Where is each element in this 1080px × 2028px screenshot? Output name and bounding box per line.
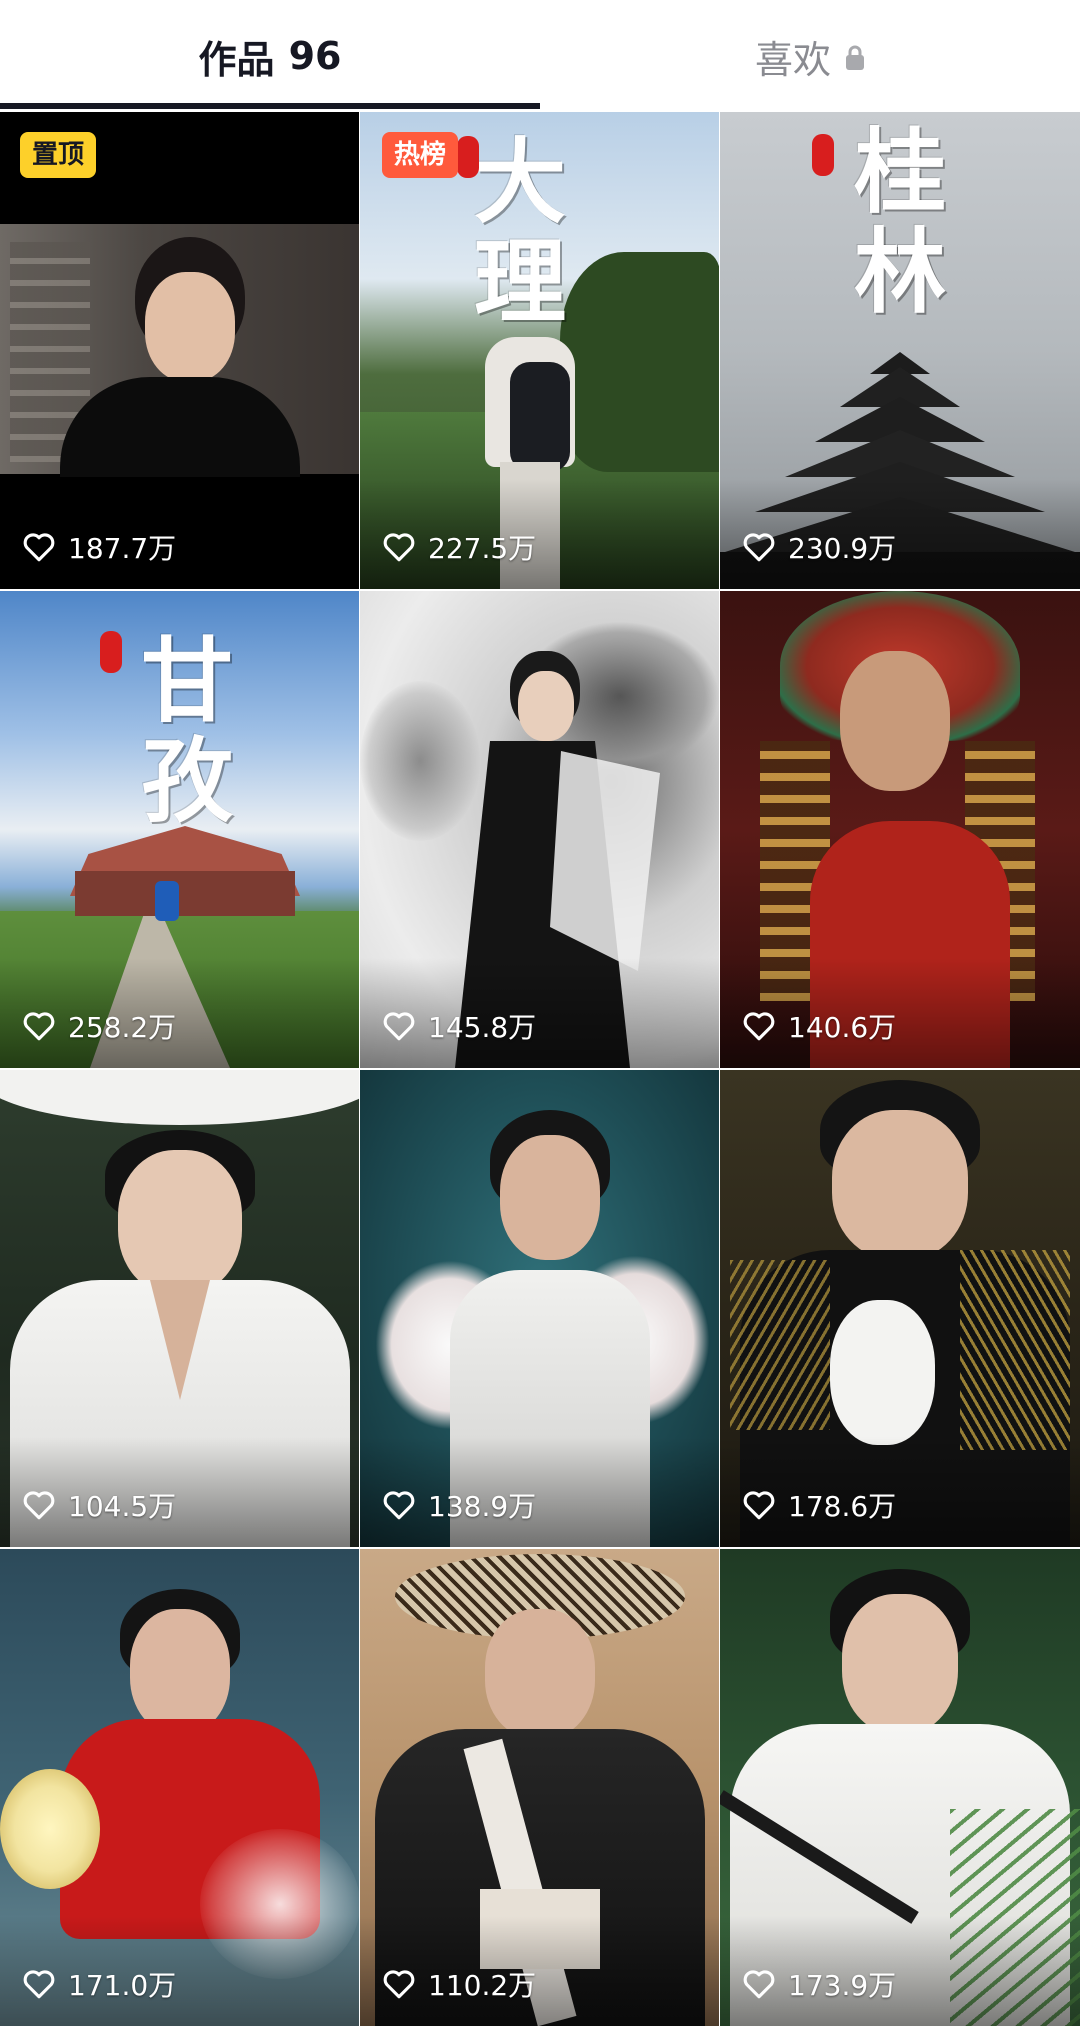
like-count-text: 173.9万	[788, 1969, 897, 2002]
video-thumbnail[interactable]: 173.9万	[720, 1549, 1080, 2026]
video-title-calligraphy: 大理	[473, 128, 566, 336]
like-count: 258.2万	[22, 1006, 176, 1046]
like-count-text: 178.6万	[788, 1490, 897, 1523]
like-count-text: 227.5万	[428, 532, 537, 565]
heart-outline-icon	[23, 533, 55, 562]
red-seal	[100, 631, 122, 673]
video-thumbnail[interactable]: 145.8万	[360, 591, 719, 1068]
tab-works-count: 96	[288, 34, 342, 78]
video-thumbnail[interactable]: 178.6万	[720, 1070, 1080, 1547]
like-count-text: 171.0万	[68, 1969, 177, 2002]
video-thumbnail[interactable]: 104.5万	[0, 1070, 359, 1547]
video-thumbnail[interactable]: 138.9万	[360, 1070, 719, 1547]
pinned-badge: 置顶	[20, 132, 97, 178]
like-count: 138.9万	[382, 1485, 536, 1525]
like-count: 173.9万	[742, 1964, 896, 2004]
like-count: 227.5万	[382, 527, 536, 567]
heart-outline-icon	[743, 533, 775, 562]
like-count: 178.6万	[742, 1485, 896, 1525]
like-count-text: 104.5万	[68, 1490, 177, 1523]
like-count-text: 140.6万	[788, 1011, 897, 1044]
heart-outline-icon	[743, 1970, 775, 1999]
like-count: 110.2万	[382, 1964, 536, 2004]
video-thumbnail[interactable]: 110.2万	[360, 1549, 719, 2026]
hot-list-badge: 热榜	[382, 132, 459, 178]
like-count-text: 145.8万	[428, 1011, 537, 1044]
red-seal	[812, 134, 834, 176]
like-count: 230.9万	[742, 527, 896, 567]
lock-icon	[846, 45, 864, 70]
video-thumbnail[interactable]: 140.6万	[720, 591, 1080, 1068]
video-thumbnail[interactable]: 171.0万	[0, 1549, 359, 2026]
video-thumbnail[interactable]: 甘孜 258.2万	[0, 591, 359, 1068]
like-count-text: 187.7万	[68, 532, 177, 565]
heart-outline-icon	[383, 1491, 415, 1520]
heart-outline-icon	[383, 1012, 415, 1041]
heart-outline-icon	[743, 1491, 775, 1520]
heart-outline-icon	[23, 1491, 55, 1520]
video-thumbnail[interactable]: 置顶 187.7万	[0, 112, 359, 589]
heart-outline-icon	[383, 1970, 415, 1999]
heart-outline-icon	[383, 533, 415, 562]
like-count-text: 110.2万	[428, 1969, 537, 2002]
like-count-text: 258.2万	[68, 1011, 177, 1044]
video-thumbnail[interactable]: 桂林 230.9万	[720, 112, 1080, 589]
video-thumbnail[interactable]: 大理 热榜 227.5万	[360, 112, 719, 589]
like-count-text: 138.9万	[428, 1490, 537, 1523]
video-grid: 置顶 187.7万 大理 热榜 227.5万 桂林 230.9万 甘孜 258.…	[0, 112, 1080, 2028]
active-tab-indicator	[0, 103, 540, 109]
heart-outline-icon	[743, 1012, 775, 1041]
red-seal	[457, 136, 479, 178]
video-title-calligraphy: 桂林	[853, 118, 946, 326]
heart-outline-icon	[23, 1012, 55, 1041]
profile-tabs: 作品 96 喜欢	[0, 0, 1080, 112]
like-count: 171.0万	[22, 1964, 176, 2004]
tab-likes[interactable]: 喜欢	[540, 0, 1080, 112]
video-title-calligraphy: 甘孜	[140, 627, 233, 835]
like-count: 104.5万	[22, 1485, 176, 1525]
like-count-text: 230.9万	[788, 532, 897, 565]
tab-works[interactable]: 作品 96	[0, 0, 540, 112]
like-count: 140.6万	[742, 1006, 896, 1046]
tab-works-label: 作品	[198, 37, 275, 82]
like-count: 145.8万	[382, 1006, 536, 1046]
tab-likes-label: 喜欢	[754, 37, 831, 82]
like-count: 187.7万	[22, 527, 176, 567]
heart-outline-icon	[23, 1970, 55, 1999]
